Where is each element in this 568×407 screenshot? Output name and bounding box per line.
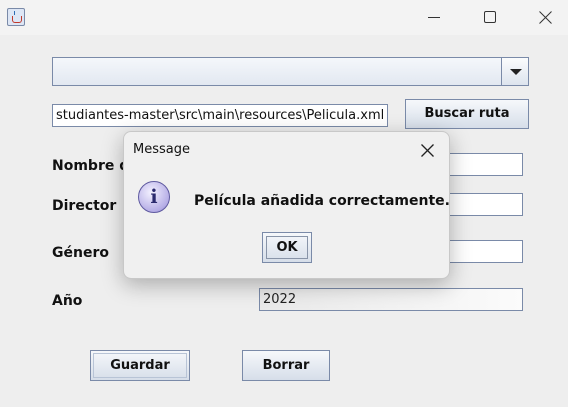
combo-arrow-button[interactable] [501,58,528,85]
buscar-ruta-button[interactable]: Buscar ruta [405,99,529,129]
java-cup-icon[interactable] [7,8,25,26]
guardar-button[interactable]: Guardar [90,350,190,381]
file-path-input[interactable]: studiantes-master\src\main\resources\Pel… [52,104,388,127]
dialog-close-button[interactable] [421,142,434,161]
close-icon [421,144,434,157]
minimize-button[interactable] [411,0,457,35]
director-label: Director [52,198,117,214]
genero-label: Género [52,245,109,261]
borrar-button[interactable]: Borrar [242,350,330,381]
minimize-icon [428,17,440,18]
ok-button[interactable]: OK [262,232,312,263]
close-window-button[interactable] [522,0,568,35]
info-icon: i [138,181,170,213]
anio-input[interactable]: 2022 [259,288,523,311]
dialog-message: Película añadida correctamente. [194,193,450,209]
chevron-down-icon [510,69,522,75]
title-bar [0,0,568,35]
maximize-icon [484,11,496,23]
maximize-button[interactable] [466,0,512,35]
anio-label: Año [52,293,83,309]
movie-combo-box[interactable] [52,57,529,86]
message-dialog: Message i Película añadida correctamente… [123,131,450,279]
close-icon [539,11,552,24]
dialog-title: Message [133,142,190,157]
